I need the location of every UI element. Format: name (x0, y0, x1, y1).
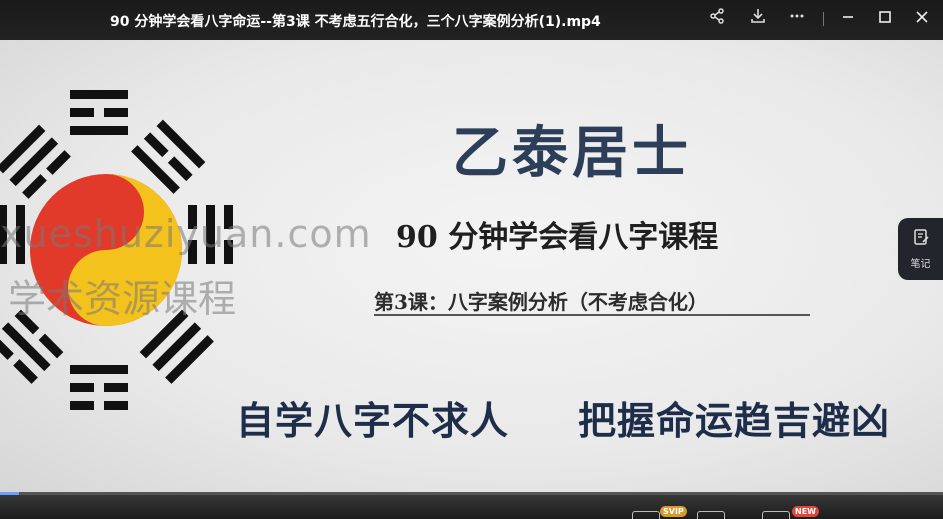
svip-badge: SVIP (660, 506, 687, 517)
notes-tab-label: 笔记 (910, 259, 931, 270)
notes-tab-button[interactable]: 笔记 (898, 218, 943, 280)
download-icon[interactable] (747, 8, 769, 30)
maximize-icon[interactable] (874, 8, 896, 30)
player-control-bar: SVIP NEW (0, 492, 943, 519)
watermark-url: xueshuziyuan.com (0, 212, 372, 256)
titlebar-separator (823, 12, 824, 26)
lesson-underline (374, 314, 810, 316)
control-button-2[interactable] (697, 511, 725, 519)
slide-author: 乙泰居士 (452, 120, 692, 186)
slide-lesson-title: 第3课：八字案例分析（不考虑合化） (374, 290, 708, 314)
slide-course-title: 90 分钟学会看八字课程 (396, 220, 719, 255)
share-icon[interactable] (706, 8, 728, 30)
more-icon[interactable] (786, 8, 808, 30)
slide-slogan-left: 自学八字不求人 (236, 398, 510, 443)
window-title: 90 分钟学会看八字命运--第3课 不考虑五行合化，三个八字案例分析(1).mp… (110, 14, 601, 30)
control-button-1[interactable] (632, 511, 660, 519)
close-icon[interactable] (911, 8, 933, 30)
slide-slogan-right: 把握命运趋吉避凶 (578, 398, 891, 443)
new-badge: NEW (792, 506, 819, 517)
control-button-3[interactable] (762, 511, 790, 519)
notes-icon (898, 228, 943, 251)
video-frame[interactable]: 乙泰居士 90 分钟学会看八字课程 第3课：八字案例分析（不考虑合化） 自学八字… (0, 40, 943, 492)
watermark-text: 学术资源课程 (8, 277, 237, 321)
progress-bar[interactable] (0, 492, 943, 495)
window-titlebar: 90 分钟学会看八字命运--第3课 不考虑五行合化，三个八字案例分析(1).mp… (0, 0, 943, 40)
minimize-icon[interactable] (837, 8, 859, 30)
